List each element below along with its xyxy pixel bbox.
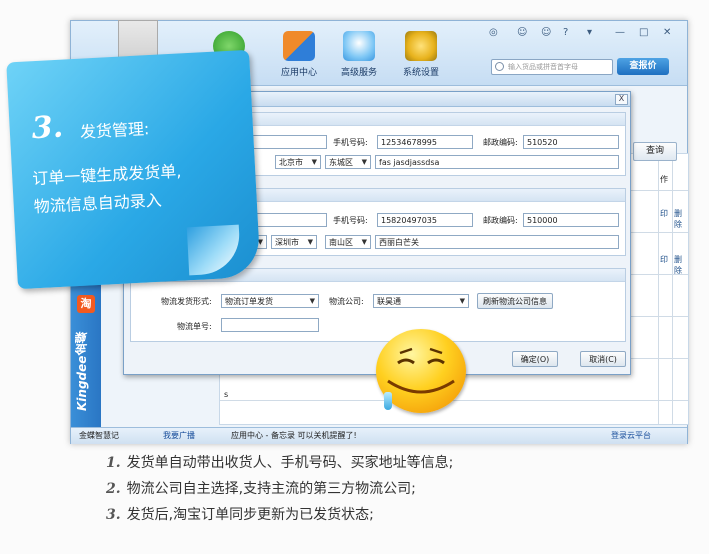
help-icon[interactable]: ? [563,27,568,38]
note-line: 物流信息自动录入 [33,190,163,217]
minimize-icon[interactable]: — [615,27,625,38]
chevron-down-icon: ▼ [361,238,367,246]
table-cell: s [224,390,229,399]
tracking-number-label: 物流单号: [177,322,212,331]
search-icon [495,62,504,71]
feature-item: 3. 发货后,淘宝订单同步更新为已发货状态; [106,507,374,523]
users-icon[interactable]: ☺ [517,27,527,38]
toolbar-label: 系统设置 [402,68,439,78]
toolbar-label: 高级服务 [340,68,377,78]
tracking-number-field[interactable] [221,318,319,332]
cancel-button[interactable]: 取消(C) [580,351,626,367]
broadcast-link[interactable]: 我要广播 [163,428,195,444]
chevron-down-icon: ▼ [459,297,465,305]
note-line: 订单一键生成发货单, [31,161,182,189]
query-button[interactable]: 查询 [633,142,677,161]
search-input[interactable]: 输入货品或拼音首字母 [491,59,613,75]
receiver-district-select[interactable]: 南山区 ▼ [325,235,371,249]
row-action-print[interactable]: 印 [660,254,668,265]
status-bar: 金蝶智慧记 我要广播 应用中心 - 备忘录 可以关机提醒了! 登录云平台 [71,427,687,444]
user-icon[interactable]: ☺ [541,27,551,38]
menu-icon[interactable]: ▾ [587,27,592,38]
weibo-icon[interactable]: ◎ [489,27,498,38]
chevron-down-icon: ▼ [307,238,313,246]
taobao-icon[interactable]: 淘 [77,295,95,313]
logistics-company-label: 物流公司: [329,297,364,306]
row-action-print[interactable]: 印 [660,208,668,219]
settings-lock-icon [405,31,437,61]
ship-mode-select[interactable]: 物流订单发货 ▼ [221,294,319,308]
receiver-zip-field[interactable]: 510000 [523,213,619,227]
row-action-delete[interactable]: 删除 [674,254,688,276]
toolbar-label: 应用中心 [280,68,317,78]
note-title: 发货管理: [79,119,150,142]
sender-district-select[interactable]: 东城区 ▼ [325,155,371,169]
column-header: 作 [660,175,668,184]
cloud-login-link[interactable]: 登录云平台 [611,428,651,444]
zip-label: 邮政编码: [483,138,518,147]
chevron-down-icon: ▼ [311,158,317,166]
search-placeholder: 输入货品或拼音首字母 [508,63,578,71]
dialog-close-icon[interactable]: X [615,94,628,105]
ok-button[interactable]: 确定(O) [512,351,558,367]
status-app-name: 金蝶智慧记 [79,431,119,440]
app-center-icon [283,31,315,61]
drool-drop-icon [384,392,392,410]
kingdee-logo: Kingdee金蝶 [75,331,89,411]
cloud-icon [343,31,375,61]
sender-address-field[interactable]: fas jasdjassdsa [375,155,619,169]
toolbar-item-system-settings[interactable]: 系统设置 [393,31,449,83]
receiver-phone-field[interactable]: 15820497035 [377,213,473,227]
feature-item: 2. 物流公司自主选择,支持主流的第三方物流公司; [106,481,416,497]
sender-phone-field[interactable]: 12534678995 [377,135,473,149]
note-number: 3. [30,109,64,147]
receiver-address-field[interactable]: 西丽白芒关 [375,235,619,249]
ship-mode-label: 物流发货形式: [161,297,212,306]
status-message: 应用中心 - 备忘录 可以关机提醒了! [231,431,357,440]
sender-zip-field[interactable]: 510520 [523,135,619,149]
receiver-city-select[interactable]: 深圳市 ▼ [271,235,317,249]
logistics-company-select[interactable]: 联昊通 ▼ [373,294,469,308]
chevron-down-icon: ▼ [361,158,367,166]
phone-label: 手机号码: [333,216,368,225]
toolbar-item-advanced-service[interactable]: 高级服务 [331,31,387,83]
toolbar-item-app-center[interactable]: 应用中心 [271,31,327,83]
refresh-logistics-button[interactable]: 刷新物流公司信息 [477,293,553,309]
zip-label: 邮政编码: [483,216,518,225]
quote-button[interactable]: 查报价 [617,58,669,75]
chevron-down-icon: ▼ [309,297,315,305]
phone-label: 手机号码: [333,138,368,147]
feature-item: 1. 发货单自动带出收货人、手机号码、买家地址等信息; [106,455,454,471]
close-icon[interactable]: ✕ [663,27,671,38]
row-action-delete[interactable]: 删除 [674,208,688,230]
sender-city-select[interactable]: 北京市 ▼ [275,155,321,169]
maximize-icon[interactable]: □ [639,27,648,38]
